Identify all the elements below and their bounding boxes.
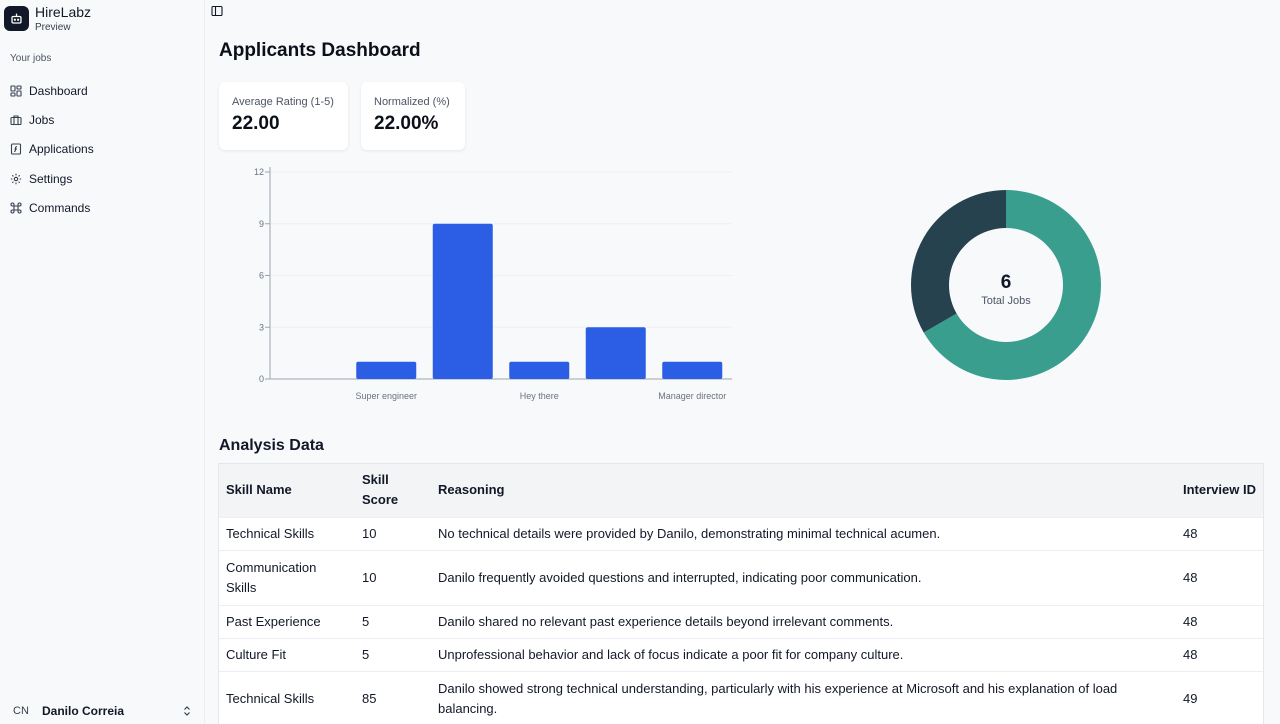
stat-card-normalized: Normalized (%) 22.00% [361,82,465,150]
cell-interview-id: 48 [1176,549,1263,605]
table-row[interactable]: Technical Skills 10 No technical details… [219,516,1263,550]
bar[interactable] [509,361,570,379]
donut-total-label: Total Jobs [981,295,1031,307]
sidebar-item-label: Applications [29,142,94,157]
y-tick-label: 3 [259,322,264,332]
cell-skill-score: 85 [355,670,431,724]
cell-interview-id: 49 [1176,670,1263,724]
user-menu[interactable]: CN Danilo Correia [8,700,192,722]
cell-skill-name: Technical Skills [219,516,355,550]
cell-skill-name: Culture Fit [219,637,355,671]
cell-reasoning: Danilo frequently avoided questions and … [431,549,1176,605]
x-tick-label: Hey there [520,391,559,401]
y-tick-label: 12 [254,167,264,177]
sidebar-item-applications[interactable]: Applications [0,135,205,164]
sidebar-item-label: Settings [29,171,73,186]
stat-label: Average Rating (1-5) [232,96,334,108]
y-tick-label: 0 [259,374,264,384]
donut-total-value: 6 [1000,272,1012,293]
sidebar-item-label: Dashboard [29,83,88,98]
cell-reasoning: Danilo shared no relevant past experienc… [431,604,1176,638]
donut-slice[interactable] [911,190,1006,333]
robot-icon [4,6,29,31]
table-row[interactable]: Past Experience 5 Danilo shared no relev… [219,604,1263,638]
avatar: CN [13,705,29,717]
sidebar-item-dashboard[interactable]: Dashboard [0,76,205,105]
column-header-reasoning[interactable]: Reasoning [431,464,1176,517]
stat-label: Normalized (%) [374,96,450,108]
column-header-skill-name[interactable]: Skill Name [219,464,355,517]
cell-interview-id: 48 [1176,604,1263,638]
bar[interactable] [662,361,723,379]
cell-reasoning: Danilo showed strong technical understan… [431,670,1176,724]
cell-skill-score: 5 [355,604,431,638]
analysis-table: Skill Name Skill Score Reasoning Intervi… [218,463,1264,724]
cell-interview-id: 48 [1176,516,1263,550]
dashboard-icon [10,85,22,97]
cell-skill-name: Past Experience [219,604,355,638]
sidebar-item-settings[interactable]: Settings [0,164,205,193]
sidebar: HireLabz Preview Your jobs Dashboard Job… [0,0,205,724]
y-tick-label: 6 [259,271,264,281]
cell-skill-score: 10 [355,549,431,605]
bar[interactable] [432,223,493,379]
stat-value: 22.00% [374,113,439,134]
gear-icon [10,173,22,185]
sidebar-item-commands[interactable]: Commands [0,194,205,223]
cell-skill-score: 5 [355,637,431,671]
cell-skill-name: Communication Skills [219,549,355,605]
sidebar-toggle-icon[interactable] [211,5,223,17]
bar[interactable] [356,361,417,379]
cell-reasoning: No technical details were provided by Da… [431,516,1176,550]
bar-chart: 0 3 6 9 12 Super engineer Hey there Manager dir… [254,167,732,401]
command-icon [10,202,22,214]
briefcase-icon [10,115,22,126]
user-name: Danilo Correia [42,704,125,718]
app-subtitle: Preview [35,22,71,33]
page-title: Applicants Dashboard [219,40,421,61]
chevron-up-down-icon [184,706,190,716]
x-tick-label: Super engineer [355,391,417,401]
bar[interactable] [585,327,646,379]
sidebar-item-label: Jobs [29,113,55,128]
analysis-title: Analysis Data [219,437,324,454]
section-label: Your jobs [10,53,52,64]
cell-reasoning: Unprofessional behavior and lack of focu… [431,637,1176,671]
table-row[interactable]: Culture Fit 5 Unprofessional behavior an… [219,637,1263,671]
sidebar-item-jobs[interactable]: Jobs [0,105,205,134]
table-row[interactable]: Communication Skills 10 Danilo frequentl… [219,549,1263,605]
column-header-skill-score[interactable]: Skill Score [355,464,431,517]
stat-card-average-rating: Average Rating (1-5) 22.00 [219,82,348,150]
brand[interactable]: HireLabz Preview [4,4,91,33]
x-tick-label: Manager director [658,391,726,401]
app-name: HireLabz [35,4,92,20]
stat-value: 22.00 [232,113,280,134]
cell-interview-id: 48 [1176,637,1263,671]
donut-center: 6 Total Jobs [906,272,1106,307]
cell-skill-name: Technical Skills [219,670,355,724]
sidebar-item-label: Commands [29,201,91,216]
table-row[interactable]: Technical Skills 85 Danilo showed strong… [219,670,1263,724]
sidebar-nav: Dashboard Jobs Applications Settings Com… [0,76,205,223]
table-header-row: Skill Name Skill Score Reasoning Intervi… [219,464,1263,517]
y-tick-label: 9 [259,219,264,229]
cell-skill-score: 10 [355,516,431,550]
document-icon [10,143,22,156]
column-header-interview-id[interactable]: Interview ID [1176,464,1263,517]
